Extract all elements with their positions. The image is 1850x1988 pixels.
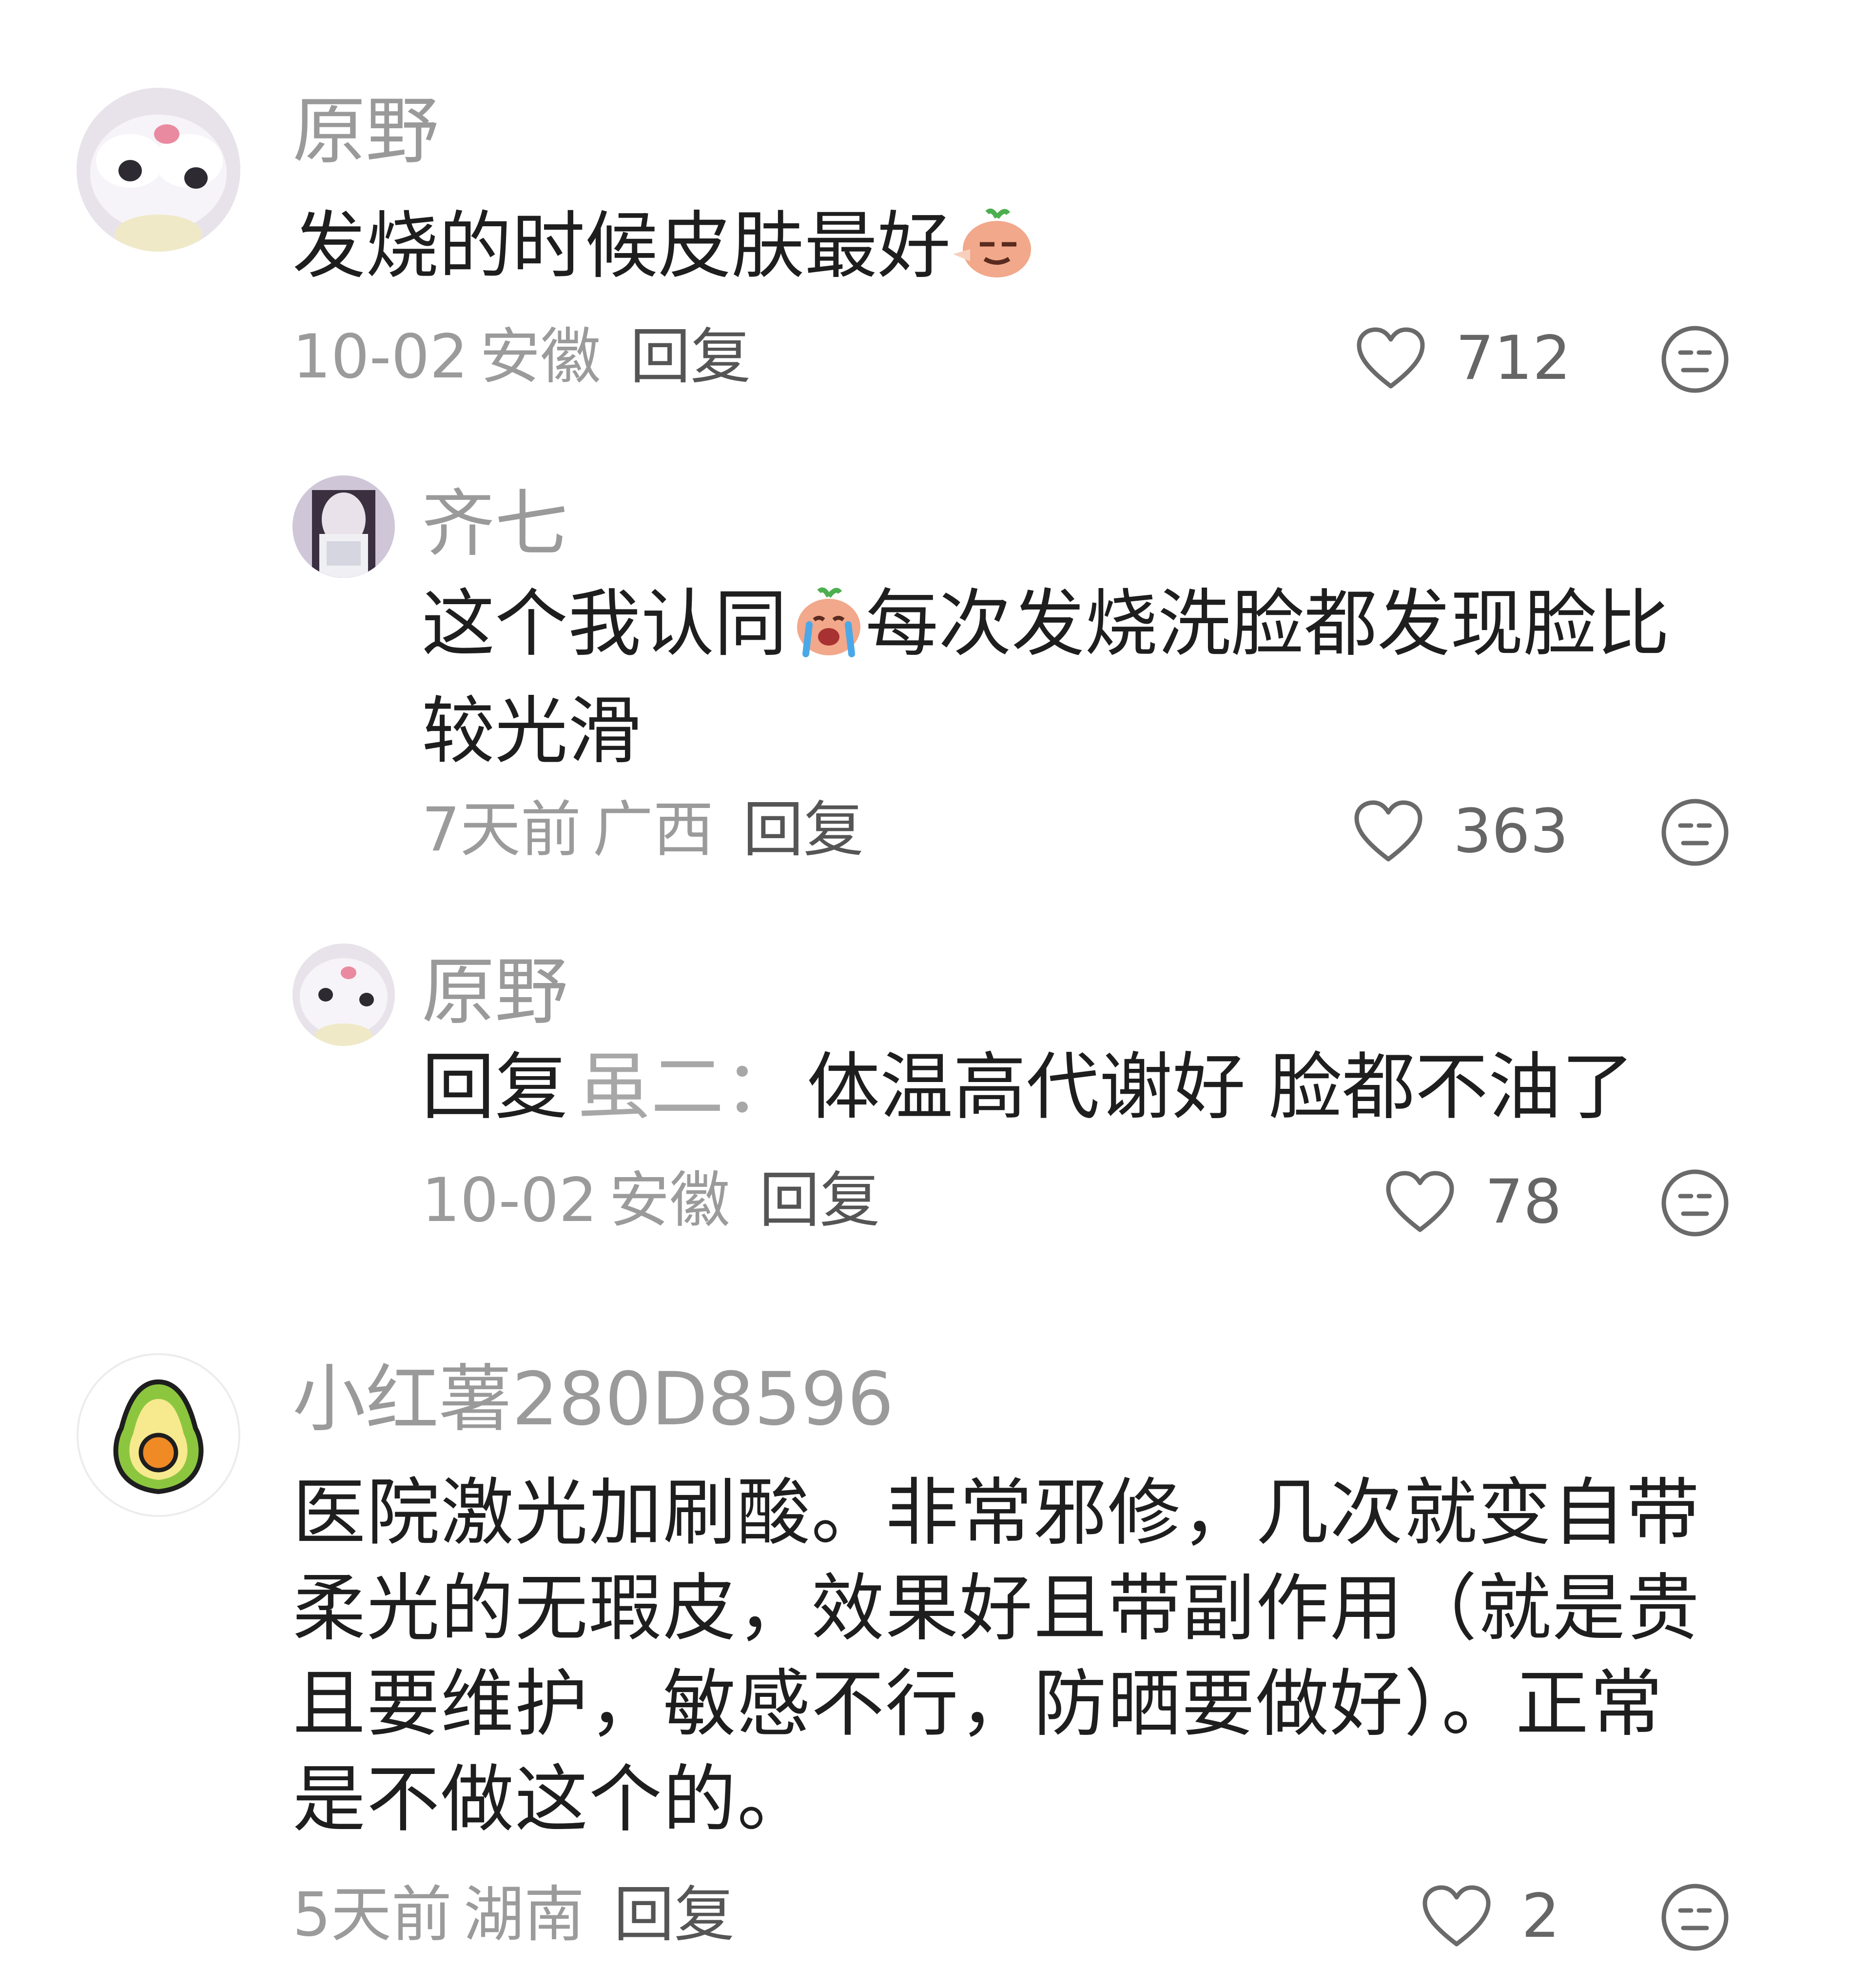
avocado-avatar-image xyxy=(113,1379,204,1495)
reply-item: 齐七 这个我认同 每次发烧洗脸都发现脸比较光滑 7天前 广西 回复 363 xyxy=(0,419,1850,887)
dislike-button[interactable] xyxy=(1660,797,1730,867)
username[interactable]: 小红薯280D8596 xyxy=(292,1363,894,1436)
comment-text: 回复 虽二： 体温高代谢好 脸都不油了 xyxy=(422,1039,1738,1136)
avatar[interactable] xyxy=(77,88,240,252)
comment-region: 安徽 xyxy=(480,322,601,392)
heart-icon xyxy=(1354,800,1422,862)
dislike-button[interactable] xyxy=(1660,324,1730,394)
like-count: 2 xyxy=(1521,1881,1560,1951)
comment-meta: 7天前 广西 回复 xyxy=(422,800,864,860)
like-button[interactable]: 2 xyxy=(1421,1880,1560,1953)
crying-emoji-icon xyxy=(787,585,865,683)
avatar[interactable] xyxy=(292,944,395,1046)
quoted-username[interactable]: 虽二： xyxy=(578,1045,797,1130)
like-button[interactable]: 712 xyxy=(1355,322,1571,395)
comment-item: 原野 发烧的时候皮肤最好 10-02 安徽 回复 712 xyxy=(0,0,1850,419)
neutral-face-icon xyxy=(1661,326,1729,393)
like-count: 712 xyxy=(1456,323,1571,394)
neutral-face-icon xyxy=(1661,1884,1729,1951)
comment-text: 这个我认同 每次发烧洗脸都发现脸比较光滑 xyxy=(422,575,1738,780)
comment-meta: 10-02 安徽 回复 xyxy=(422,1170,880,1231)
comment-text-part: 体温高代谢好 脸都不油了 xyxy=(807,1045,1635,1130)
comment-item: 小红薯280D8596 医院激光加刷酸。非常邪修，几次就变自带柔光的无瑕皮，效果… xyxy=(0,1287,1850,1988)
like-button[interactable]: 363 xyxy=(1353,795,1569,868)
heart-icon xyxy=(1422,1885,1491,1947)
comment-text: 发烧的时候皮肤最好 xyxy=(292,197,1755,305)
comment-region: 安徽 xyxy=(609,1165,730,1236)
comment-text: 医院激光加刷酸。非常邪修，几次就变自带柔光的无瑕皮，效果好且带副作用（就是贵且要… xyxy=(292,1471,1701,1842)
comment-meta: 5天前 湖南 回复 xyxy=(292,1885,735,1945)
neutral-face-icon xyxy=(1661,1169,1729,1237)
comment-meta: 10-02 安徽 回复 xyxy=(292,327,751,387)
comment-text-part: 这个我认同 xyxy=(422,582,788,667)
reply-button[interactable]: 回复 xyxy=(614,1880,735,1950)
reply-prefix: 回复 xyxy=(422,1045,568,1130)
comment-region: 广西 xyxy=(592,795,714,865)
reply-button[interactable]: 回复 xyxy=(759,1165,880,1236)
neutral-face-icon xyxy=(1661,799,1729,866)
like-button[interactable]: 78 xyxy=(1384,1165,1562,1239)
comment-date: 10-02 xyxy=(422,1165,598,1236)
reply-item: 原野 回复 虽二： 体温高代谢好 脸都不油了 10-02 安徽 回复 78 xyxy=(0,887,1850,1287)
cat-avatar-image xyxy=(292,944,395,1046)
username[interactable]: 原野 xyxy=(422,956,568,1029)
cat-avatar-image xyxy=(77,88,240,252)
dislike-button[interactable] xyxy=(1660,1168,1730,1238)
comment-date: 10-02 xyxy=(292,322,468,392)
reply-button[interactable]: 回复 xyxy=(743,795,864,865)
comment-date: 7天前 xyxy=(422,795,581,865)
heart-icon xyxy=(1357,327,1425,389)
avatar[interactable] xyxy=(77,1353,240,1517)
avatar[interactable] xyxy=(292,475,395,578)
heart-icon xyxy=(1386,1171,1454,1232)
like-count: 363 xyxy=(1453,796,1569,866)
dislike-button[interactable] xyxy=(1660,1882,1730,1952)
reply-button[interactable]: 回复 xyxy=(630,322,751,392)
comment-text-part: 发烧的时候皮肤最好 xyxy=(292,204,951,289)
comment-region: 湖南 xyxy=(463,1880,584,1950)
comment-date: 5天前 xyxy=(292,1880,452,1950)
girl-avatar-image xyxy=(292,475,395,578)
username[interactable]: 齐七 xyxy=(422,488,568,561)
sly-face-emoji-icon xyxy=(951,207,1033,305)
like-count: 78 xyxy=(1485,1167,1562,1237)
username[interactable]: 原野 xyxy=(292,95,439,168)
